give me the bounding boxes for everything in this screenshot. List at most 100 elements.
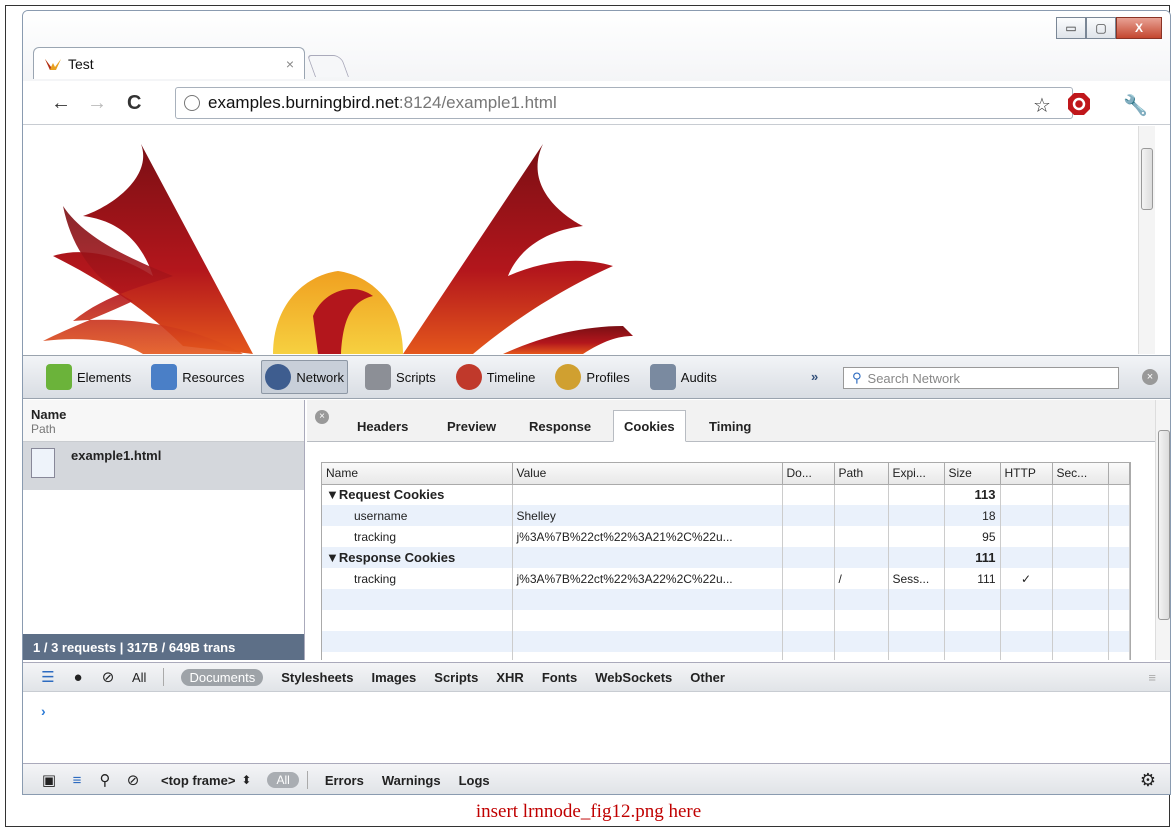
table-row[interactable]: tracking j%3A%7B%22ct%22%3A21%2C%22u... … — [322, 526, 1130, 547]
panel-scripts[interactable]: Scripts — [362, 360, 439, 394]
console-area[interactable]: › — [23, 693, 1170, 763]
search-network-input[interactable]: ⚲ Search Network — [843, 367, 1119, 389]
panel-elements[interactable]: Elements — [43, 360, 134, 394]
group-label: ▼Request Cookies — [322, 484, 513, 505]
panel-resources[interactable]: Resources — [148, 360, 247, 394]
phoenix-logo-image — [43, 144, 633, 354]
filter-websockets[interactable]: WebSockets — [595, 670, 672, 685]
close-detail-icon[interactable]: × — [315, 410, 329, 424]
divider — [306, 771, 308, 789]
cookie-value: j%3A%7B%22ct%22%3A21%2C%22u... — [512, 526, 783, 547]
clear-console-icon[interactable]: ⊘ — [119, 771, 147, 789]
back-button[interactable]: ← — [51, 93, 71, 113]
devtools-scrollbar[interactable] — [1155, 400, 1170, 660]
page-scrollbar[interactable] — [1138, 126, 1155, 354]
record-icon[interactable]: ● — [63, 669, 93, 686]
level-logs[interactable]: Logs — [459, 773, 490, 788]
minimize-button[interactable]: ▭ — [1056, 17, 1086, 39]
table-row[interactable]: username Shelley 18 — [322, 505, 1130, 526]
filter-xhr[interactable]: XHR — [496, 670, 523, 685]
filter-all[interactable]: All — [132, 670, 146, 685]
table-row[interactable]: tracking j%3A%7B%22ct%22%3A22%2C%22u... … — [322, 568, 1130, 589]
browser-tab[interactable]: Test × — [33, 47, 305, 79]
figure-frame: Test × ▭ ▢ X ← → C examples.burningbird.… — [5, 5, 1171, 827]
address-bar[interactable]: examples.burningbird.net :8124/example1.… — [175, 87, 1073, 119]
cookie-path: / — [834, 568, 889, 589]
panel-label: Elements — [77, 369, 132, 385]
profiles-icon — [555, 364, 582, 390]
new-tab-button[interactable] — [306, 55, 350, 77]
panel-label: Timeline — [486, 369, 536, 385]
filter-images[interactable]: Images — [371, 670, 416, 685]
col-path[interactable]: Path — [834, 463, 889, 485]
list-view-icon[interactable]: ☰ — [33, 668, 63, 686]
maximize-button[interactable]: ▢ — [1086, 17, 1116, 39]
devtools-panel-bar: Elements Resources Network Scripts Timel… — [23, 355, 1170, 399]
close-window-button[interactable]: X — [1116, 17, 1162, 39]
col-size[interactable]: Size — [944, 463, 1001, 485]
filter-other[interactable]: Other — [690, 670, 725, 685]
response-cookies-group[interactable]: ▼Response Cookies 111 — [322, 547, 1130, 568]
browser-toolbar: ← → C examples.burningbird.net :8124/exa… — [23, 81, 1170, 125]
cookie-value: j%3A%7B%22ct%22%3A22%2C%22u... — [512, 568, 783, 589]
bookmark-star-icon[interactable]: ☆ — [1033, 93, 1051, 118]
cookie-size: 18 — [944, 505, 1001, 526]
panel-network[interactable]: Network — [261, 360, 349, 394]
tab-preview[interactable]: Preview — [437, 410, 506, 442]
tab-response[interactable]: Response — [519, 410, 601, 442]
wrench-menu-icon[interactable]: 🔧 — [1123, 93, 1148, 118]
filter-scripts[interactable]: Scripts — [434, 670, 478, 685]
timeline-icon — [455, 364, 482, 390]
request-detail: × Headers Preview Response Cookies Timin… — [307, 400, 1155, 660]
close-devtools-icon[interactable]: × — [1142, 369, 1158, 385]
level-errors[interactable]: Errors — [325, 773, 364, 788]
filter-stylesheets[interactable]: Stylesheets — [281, 670, 353, 685]
clear-icon[interactable]: ⊘ — [93, 668, 123, 686]
name-column-header: Name — [31, 407, 67, 422]
audits-icon — [649, 364, 676, 390]
elements-icon — [46, 364, 72, 390]
browser-window: Test × ▭ ▢ X ← → C examples.burningbird.… — [22, 10, 1171, 795]
col-secure[interactable]: Sec... — [1052, 463, 1109, 485]
panel-timeline[interactable]: Timeline — [453, 360, 539, 394]
devtools-status-bar: ▣ ≡ ⚲ ⊘ <top frame> ⬍ All Errors Warning… — [23, 763, 1170, 794]
col-http[interactable]: HTTP — [1000, 463, 1053, 485]
col-expires[interactable]: Expi... — [888, 463, 945, 485]
filter-documents[interactable]: Documents — [181, 668, 264, 686]
request-cookies-group[interactable]: ▼Request Cookies 113 — [322, 484, 1130, 505]
more-panels-button[interactable]: » — [811, 369, 818, 384]
request-row[interactable]: example1.html — [23, 442, 304, 490]
col-name[interactable]: Name — [322, 463, 513, 485]
filter-fonts[interactable]: Fonts — [542, 670, 577, 685]
frame-select[interactable]: <top frame> — [161, 773, 235, 788]
inspect-icon[interactable]: ⚲ — [91, 771, 119, 789]
panel-profiles[interactable]: Profiles — [552, 360, 632, 394]
page-scroll-thumb[interactable] — [1141, 148, 1153, 210]
panel-label: Audits — [680, 369, 717, 385]
tab-cookies[interactable]: Cookies — [613, 410, 686, 442]
level-warnings[interactable]: Warnings — [382, 773, 441, 788]
empty-row — [322, 652, 1130, 660]
dock-icon[interactable]: ▣ — [35, 771, 63, 789]
tab-headers[interactable]: Headers — [347, 410, 418, 442]
reload-button[interactable]: C — [127, 93, 141, 113]
scripts-icon — [365, 364, 392, 390]
devtools-scroll-thumb[interactable] — [1158, 430, 1170, 620]
resize-grip-icon[interactable]: ≡ — [1148, 670, 1156, 685]
level-all-pill[interactable]: All — [267, 772, 299, 788]
forward-button[interactable]: → — [87, 93, 107, 113]
col-value[interactable]: Value — [512, 463, 783, 485]
tab-timing[interactable]: Timing — [699, 410, 761, 442]
panel-label: Profiles — [586, 369, 630, 385]
panel-audits[interactable]: Audits — [647, 360, 720, 394]
cookie-size: 95 — [944, 526, 1001, 547]
request-list-header[interactable]: Name Path — [23, 400, 304, 442]
network-icon — [265, 364, 292, 390]
stop-extension-icon[interactable] — [1067, 92, 1091, 116]
tab-close-icon[interactable]: × — [286, 56, 294, 72]
console-toggle-icon[interactable]: ≡ — [63, 772, 91, 789]
search-icon: ⚲ — [852, 370, 862, 385]
col-domain[interactable]: Do... — [782, 463, 835, 485]
gear-icon[interactable]: ⚙ — [1140, 770, 1156, 791]
tab-title: Test — [68, 55, 94, 72]
